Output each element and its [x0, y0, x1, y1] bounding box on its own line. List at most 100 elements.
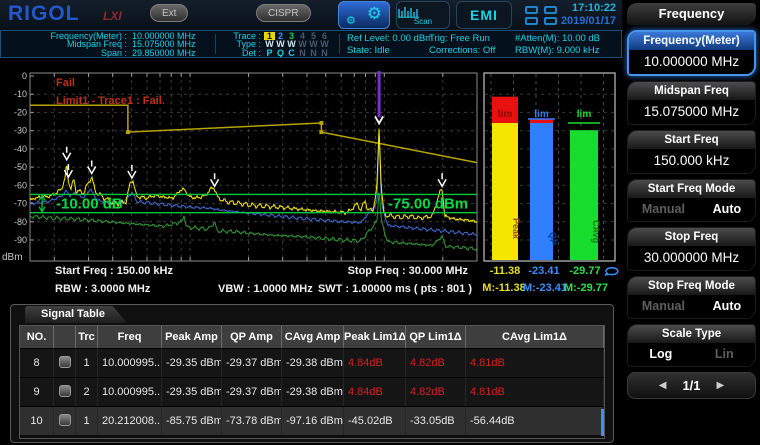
- signal-table: NO. Trc Freq Peak Amp QP Amp CAvg Amp Peak Lim…: [19, 325, 605, 439]
- cell-qp-amp: -73.78 dBm: [222, 407, 282, 435]
- cell-peak-lim: -45.02dB: [344, 407, 406, 435]
- ext-trigger-button[interactable]: Ext: [150, 4, 189, 22]
- divider: [339, 34, 340, 54]
- rigol-logo: RIGOL: [8, 2, 80, 25]
- spectrum-plot: -10.00 dB -75.00 dBm Fail Limit1 - Trace1 :…: [2, 71, 478, 262]
- status-line: Corrections: Off: [429, 45, 496, 56]
- column-header: QP Lim1Δ: [406, 326, 466, 348]
- option-lin[interactable]: Lin: [715, 347, 734, 361]
- scrollbar-thumb[interactable]: [601, 409, 604, 436]
- trace-slot[interactable]: N: [319, 48, 330, 57]
- option-manual[interactable]: Manual: [642, 202, 685, 216]
- column-header: Peak Amp: [162, 326, 222, 348]
- sidebar-item-midspan-freq[interactable]: Midspan Freq 15.075000 MHz: [627, 81, 756, 125]
- divider: [215, 34, 216, 54]
- cispr-button[interactable]: CISPR: [256, 4, 311, 22]
- column-header: QP Amp: [222, 326, 282, 348]
- cell-trc: 1: [76, 349, 98, 377]
- meter-value: -29.77: [569, 265, 601, 277]
- svg-text:0: 0: [22, 71, 27, 81]
- column-header: Freq: [98, 326, 162, 348]
- svg-text:lim: lim: [534, 109, 549, 120]
- gear-icon: ⚙: [366, 4, 382, 24]
- status-line: Ref Level: 0.00 dBm: [347, 33, 434, 44]
- freq-labels: Frequency(Meter) : Midspan Freq : Span :: [1, 31, 127, 57]
- signal-table-tab[interactable]: Signal Table: [25, 306, 127, 323]
- meter-value: -23.41: [528, 265, 560, 277]
- sidebar-item-label: Start Freq: [628, 131, 755, 149]
- trace-slot[interactable]: P: [264, 48, 275, 57]
- trace-slot[interactable]: N: [308, 48, 319, 57]
- main-area: RIGOL LXI Ext CISPR ⚙ ⚙ Scan EMI 17:10:2…: [0, 0, 622, 445]
- cell-peak-amp: -29.35 dBm: [162, 378, 222, 406]
- vbw-readout: VBW : 1.0000 MHz: [218, 283, 313, 295]
- signal-table-panel: Signal Table NO. Trc Freq Peak Amp QP Amp CAv…: [10, 304, 614, 443]
- column-header: Trc: [76, 326, 98, 348]
- scan-label: Scan: [413, 17, 433, 26]
- trace-status: Trace :1 2 3 4 5 6 Type : W W W W W W Det :PQCNNN: [221, 31, 330, 58]
- settings-button[interactable]: ⚙ ⚙: [338, 1, 390, 29]
- sidebar-item-scale-type[interactable]: Scale Type Log Lin: [627, 324, 756, 367]
- row-checkbox[interactable]: [58, 355, 71, 368]
- window-layout-button[interactable]: [519, 3, 565, 28]
- svg-text:lim: lim: [498, 109, 513, 120]
- prev-page-icon[interactable]: ◀: [659, 380, 667, 391]
- table-body: 8 1 10.000995... -29.35 dBm -29.37 dBm -29.38…: [20, 348, 604, 435]
- small-gear-icon: ⚙: [346, 14, 356, 27]
- svg-text:QP: QP: [548, 232, 558, 245]
- trace-slot[interactable]: C: [286, 48, 297, 57]
- table-row[interactable]: 9 2 10.000995... -29.35 dBm -29.37 dBm -29.38…: [20, 377, 604, 406]
- next-page-icon[interactable]: ▶: [717, 380, 725, 391]
- meter-readouts: -11.38 -23.41 -29.77 M:-11.38 M:-23.41 M:-29.…: [480, 262, 622, 302]
- cell-peak-lim: 4.84dB: [344, 349, 406, 377]
- sidebar-item-value: 30.000000 MHz: [628, 246, 755, 270]
- column-header: CAvg Lim1Δ: [466, 326, 604, 348]
- sidebar-item-frequency-meter[interactable]: Frequency(Meter) 10.000000 MHz: [627, 30, 756, 76]
- cell-cavg-amp: -29.38 dBm: [282, 349, 344, 377]
- trace-slot[interactable]: Q: [275, 48, 286, 57]
- cell-qp-lim: -33.05dB: [406, 407, 466, 435]
- cell-cavg-lim: 4.81dB: [466, 349, 604, 377]
- row-checkbox[interactable]: [58, 384, 71, 397]
- cell-peak-amp: -85.75 dBm: [162, 407, 222, 435]
- date: 2019/01/17: [560, 15, 616, 27]
- option-auto[interactable]: Auto: [713, 202, 741, 216]
- cell-freq: 10.000995...: [98, 378, 162, 406]
- cell-no: 8: [20, 349, 54, 377]
- trace-row: Det :PQCNNN: [221, 47, 330, 58]
- svg-text:-10: -10: [14, 89, 27, 99]
- svg-text:-30: -30: [14, 126, 27, 136]
- table-header: NO. Trc Freq Peak Amp QP Amp CAvg Amp Peak Lim…: [20, 326, 604, 348]
- cell-trc: 1: [76, 407, 98, 435]
- cell-cavg-amp: -97.16 dBm: [282, 407, 344, 435]
- option-auto[interactable]: Auto: [713, 299, 741, 313]
- table-row[interactable]: 8 1 10.000995... -29.35 dBm -29.37 dBm -29.38…: [20, 348, 604, 377]
- emi-mode-button[interactable]: EMI: [456, 1, 512, 29]
- status-bar: Frequency(Meter) : Midspan Freq : Span : 1…: [0, 30, 622, 58]
- sidebar-item-toggle: Manual Auto: [628, 295, 755, 318]
- scan-button[interactable]: Scan: [396, 1, 450, 29]
- option-log[interactable]: Log: [649, 347, 672, 361]
- svg-text:-50: -50: [14, 162, 27, 172]
- sidebar-item-start-freq[interactable]: Start Freq 150.000 kHz: [627, 130, 756, 174]
- grid-icon: [525, 6, 538, 14]
- row-checkbox[interactable]: [58, 413, 71, 426]
- sidebar-item-label: Stop Freq Mode: [628, 277, 755, 295]
- trace-slot[interactable]: N: [297, 48, 308, 57]
- sidebar-item-start-freq-mode[interactable]: Start Freq Mode Manual Auto: [627, 179, 756, 222]
- stop-freq-readout: Stop Freq : 30.000 MHz: [347, 265, 468, 277]
- sidebar-item-value: 15.075000 MHz: [628, 100, 755, 124]
- annotation-row: Start Freq : 150.00 kHz Stop Freq : 30.0…: [0, 262, 622, 302]
- option-manual[interactable]: Manual: [642, 299, 685, 313]
- sidebar-item-toggle: Log Lin: [628, 343, 755, 366]
- sidebar-item-stop-freq[interactable]: Stop Freq 30.000000 MHz: [627, 227, 756, 271]
- svg-text:CAvg: CAvg: [591, 220, 601, 243]
- sidebar-item-label: Start Freq Mode: [628, 180, 755, 198]
- column-header: [54, 326, 76, 348]
- sidebar-item-stop-freq-mode[interactable]: Stop Freq Mode Manual Auto: [627, 276, 756, 319]
- table-row[interactable]: 10 1 20.212008... -85.75 dBm -73.78 dBm -97.1…: [20, 406, 604, 435]
- status-line: State: Idle: [347, 45, 390, 56]
- column-header: CAvg Amp: [282, 326, 344, 348]
- svg-text:-80: -80: [14, 217, 27, 227]
- trace-row-label: Det :: [241, 47, 261, 58]
